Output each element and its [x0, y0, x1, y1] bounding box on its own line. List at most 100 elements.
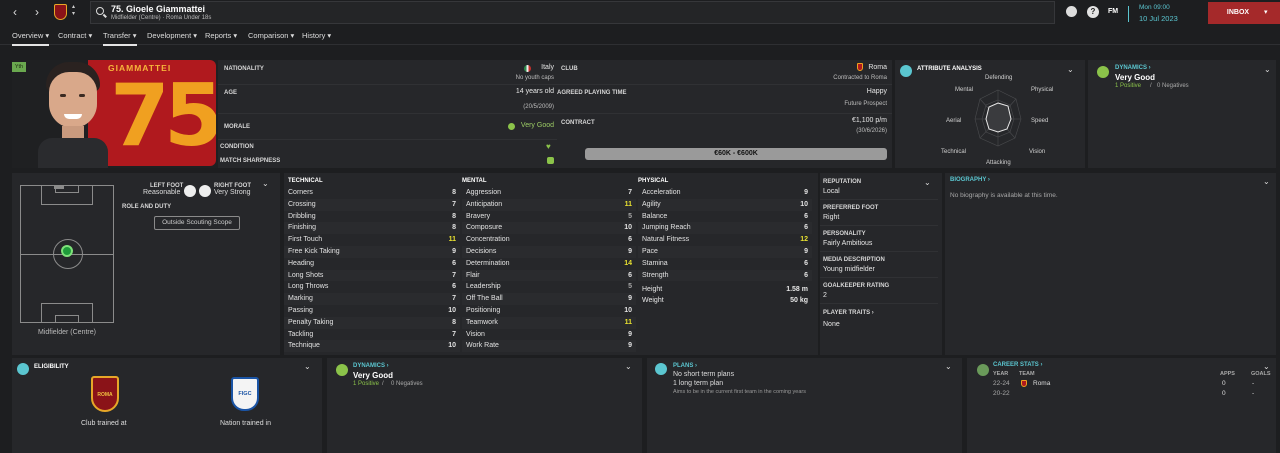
attribute-value: 8: [452, 212, 456, 220]
nationality-value[interactable]: Italy: [541, 64, 554, 71]
attribute-name: Finishing: [288, 224, 317, 232]
mental-attribute-row[interactable]: Bravery 5: [462, 211, 636, 223]
technical-attribute-row[interactable]: Tackling 7: [284, 329, 460, 341]
technical-attribute-row[interactable]: Marking 7: [284, 293, 460, 305]
chevron-down-icon[interactable]: ⌄: [262, 179, 269, 188]
technical-attribute-row[interactable]: Corners 8: [284, 187, 460, 199]
mental-attribute-row[interactable]: Concentration 6: [462, 234, 636, 246]
technical-attribute-row[interactable]: Long Throws 6: [284, 281, 460, 293]
world-icon[interactable]: [1066, 6, 1077, 17]
squad-status: Future Prospect: [844, 101, 887, 107]
technical-attribute-row[interactable]: Free Kick Taking 9: [284, 246, 460, 258]
value-range-bar[interactable]: €60K - €600K: [585, 148, 887, 160]
player-traits-link[interactable]: PLAYER TRAITS ›: [823, 310, 874, 316]
chevron-down-icon[interactable]: ⌄: [304, 362, 311, 371]
dynamics-positives: 1 Positive: [1115, 83, 1142, 89]
player-header-bar[interactable]: 75. Gioele Giammattei Midfielder (Centre…: [90, 1, 1055, 24]
media-description-value: Young midfielder: [823, 266, 875, 273]
physical-attribute-row[interactable]: Acceleration 9: [638, 187, 812, 199]
outside-scouting-scope-button[interactable]: Outside Scouting Scope: [154, 216, 240, 230]
technical-attribute-row[interactable]: First Touch 11: [284, 234, 460, 246]
nation-trained-crest[interactable]: FIGC: [231, 377, 259, 411]
dynamics-separator: /: [382, 381, 384, 387]
inbox-button[interactable]: INBOX: [1208, 2, 1280, 24]
chevron-down-icon[interactable]: ⌄: [1264, 65, 1271, 74]
goalkeeper-rating-value: 2: [823, 292, 827, 299]
chevron-down-icon[interactable]: ⌄: [1263, 177, 1270, 186]
physical-attribute-row[interactable]: Stamina 6: [638, 258, 812, 270]
date-day[interactable]: Mon 09:00: [1139, 4, 1170, 11]
morale-value[interactable]: Very Good: [521, 122, 554, 129]
back-arrow-icon[interactable]: ‹: [8, 5, 22, 19]
mental-attribute-row[interactable]: Flair 6: [462, 269, 636, 282]
mental-attribute-row[interactable]: Vision 9: [462, 329, 636, 341]
physical-attribute-row[interactable]: Balance 6: [638, 211, 812, 223]
tab-transfer[interactable]: Transfer ▾: [103, 31, 137, 46]
technical-attribute-row[interactable]: Crossing 7: [284, 198, 460, 211]
physical-attribute-row[interactable]: Agility 10: [638, 198, 812, 211]
mental-attribute-row[interactable]: Work Rate 9: [462, 340, 636, 353]
value-range-text: €60K - €600K: [714, 150, 758, 157]
physical-attribute-row[interactable]: Natural Fitness 12: [638, 234, 812, 246]
mental-attribute-row[interactable]: Anticipation 11: [462, 198, 636, 211]
plans-link[interactable]: PLANS ›: [673, 363, 697, 369]
physical-attribute-row[interactable]: Pace 9: [638, 246, 812, 258]
mental-attribute-row[interactable]: Leadership 5: [462, 281, 636, 293]
tab-development[interactable]: Development ▾: [147, 31, 197, 44]
help-icon[interactable]: ?: [1087, 6, 1099, 18]
technical-attribute-row[interactable]: Penalty Taking 8: [284, 316, 460, 329]
chevron-down-icon[interactable]: ⌄: [1263, 362, 1270, 371]
technical-attribute-row[interactable]: Technique 10: [284, 340, 460, 353]
mental-attribute-row[interactable]: Aggression 7: [462, 187, 636, 199]
tab-comparison[interactable]: Comparison ▾: [248, 31, 294, 44]
tab-overview[interactable]: Overview ▾: [12, 31, 50, 46]
dynamics-negatives: 0 Negatives: [391, 381, 423, 387]
col-goals: GOALS: [1251, 371, 1271, 377]
chevron-down-icon[interactable]: ⌄: [945, 362, 952, 371]
tab-contract[interactable]: Contract ▾: [58, 31, 92, 44]
fm-logo[interactable]: FM: [1108, 8, 1118, 15]
club-value[interactable]: Roma: [868, 64, 887, 71]
technical-attribute-row[interactable]: Long Shots 7: [284, 269, 460, 282]
tab-history[interactable]: History ▾: [302, 31, 331, 44]
mental-attribute-row[interactable]: Off The Ball 9: [462, 293, 636, 305]
technical-attribute-row[interactable]: Passing 10: [284, 305, 460, 317]
chevron-down-icon[interactable]: ⌄: [625, 362, 632, 371]
condition-label: CONDITION: [220, 144, 254, 150]
inbox-chevron-icon[interactable]: ▾: [1264, 8, 1268, 16]
career-stats-link[interactable]: CAREER STATS ›: [993, 362, 1042, 368]
club-trained-crest[interactable]: ROMA: [91, 376, 119, 412]
dynamics-link[interactable]: DYNAMICS ›: [1115, 65, 1151, 71]
attribute-value: 7: [452, 200, 456, 208]
attribute-name: Composure: [466, 224, 503, 232]
table-row[interactable]: 20-22 0 -: [993, 389, 1273, 400]
technical-attribute-row[interactable]: Finishing 8: [284, 222, 460, 235]
club-crest-icon[interactable]: [54, 4, 67, 20]
mental-attribute-row[interactable]: Composure 10: [462, 222, 636, 235]
preferred-foot-label: PREFERRED FOOT: [823, 205, 879, 211]
date-of-birth: (20/5/2009): [523, 104, 554, 110]
physical-attribute-row[interactable]: Strength 6: [638, 269, 812, 282]
goal-top: [54, 185, 64, 189]
chevron-down-icon[interactable]: ⌄: [1067, 65, 1074, 74]
attribute-name: Decisions: [466, 248, 497, 255]
mental-attribute-row[interactable]: Positioning 10: [462, 305, 636, 317]
biography-link[interactable]: BIOGRAPHY ›: [950, 177, 990, 183]
forward-arrow-icon[interactable]: ›: [30, 5, 44, 19]
dynamics-card-bottom: DYNAMICS › Very Good 1 Positive / 0 Nega…: [327, 358, 642, 453]
pitch[interactable]: [20, 185, 114, 323]
plan-description: Aims to be in the current first team in …: [673, 389, 806, 395]
dynamics-link[interactable]: DYNAMICS ›: [353, 363, 389, 369]
club-switch-icon[interactable]: ▴ ▾: [72, 4, 75, 18]
position-marker[interactable]: [61, 245, 73, 257]
date[interactable]: 10 Jul 2023: [1139, 14, 1178, 23]
chevron-down-icon[interactable]: ⌄: [924, 178, 931, 187]
mental-attribute-row[interactable]: Teamwork 11: [462, 316, 636, 329]
physical-attribute-row[interactable]: Jumping Reach 6: [638, 222, 812, 235]
mental-attribute-row[interactable]: Determination 14: [462, 258, 636, 270]
technical-attribute-row[interactable]: Heading 6: [284, 258, 460, 270]
technical-attribute-row[interactable]: Dribbling 8: [284, 211, 460, 223]
attribute-radar[interactable]: Defending Physical Speed Vision Attackin…: [935, 74, 1065, 168]
tab-reports[interactable]: Reports ▾: [205, 31, 237, 44]
mental-attribute-row[interactable]: Decisions 9: [462, 246, 636, 258]
